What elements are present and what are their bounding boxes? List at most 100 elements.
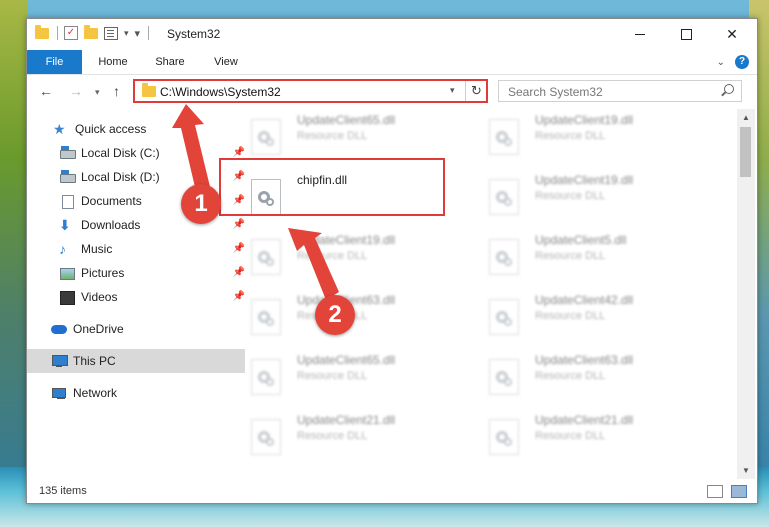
sidebar-item-quick-access[interactable]: ★ Quick access bbox=[27, 117, 247, 141]
file-type: Resource DLL bbox=[297, 370, 368, 382]
drive-icon bbox=[59, 146, 76, 160]
ribbon-right-controls: ⌄ ? bbox=[717, 55, 749, 69]
view-toggle bbox=[707, 485, 747, 498]
documents-icon bbox=[59, 194, 75, 209]
sidebar-item-label: Quick access bbox=[75, 122, 147, 136]
step-2-badge: 2 bbox=[315, 295, 355, 335]
list-item[interactable]: UpdateClient19.dll Resource DLL bbox=[483, 169, 713, 223]
sidebar-item-label: Documents bbox=[81, 194, 142, 208]
customize-toolbar-icon[interactable]: ▾ bbox=[135, 27, 141, 40]
large-icons-view-icon[interactable] bbox=[731, 485, 747, 498]
maximize-button[interactable] bbox=[663, 19, 709, 50]
pin-icon[interactable]: 📌 bbox=[233, 243, 245, 254]
close-button[interactable]: ✕ bbox=[709, 19, 755, 50]
dll-file-icon bbox=[251, 119, 281, 155]
pin-icon[interactable]: 📌 bbox=[233, 291, 245, 302]
list-item[interactable]: UpdateClient5.dll Resource DLL bbox=[483, 229, 713, 283]
sidebar-item-onedrive[interactable]: OneDrive bbox=[27, 317, 245, 341]
list-item[interactable]: UpdateClient65.dll Resource DLL bbox=[245, 349, 475, 403]
list-item[interactable]: UpdateClient63.dll Resource DLL bbox=[245, 289, 475, 343]
file-type: Resource DLL bbox=[297, 430, 368, 442]
list-item[interactable]: UpdateClient63.dll Resource DLL bbox=[483, 349, 713, 403]
file-type: Resource DLL bbox=[535, 250, 606, 262]
background-palm-left bbox=[0, 0, 28, 527]
details-view-icon[interactable] bbox=[707, 485, 723, 498]
list-item[interactable]: UpdateClient65.dll Resource DLL bbox=[245, 109, 475, 163]
scroll-up-icon[interactable]: ▲ bbox=[742, 113, 750, 122]
status-bar: 135 items bbox=[27, 479, 757, 503]
sidebar-item-downloads[interactable]: ⬇ Downloads 📌 bbox=[27, 213, 253, 237]
ribbon-tabs: File Home Share View ⌄ ? bbox=[27, 50, 757, 75]
pin-icon[interactable]: 📌 bbox=[233, 147, 245, 158]
file-name: UpdateClient65.dll bbox=[297, 353, 396, 367]
file-type: Resource DLL bbox=[297, 130, 368, 142]
file-type: Resource DLL bbox=[535, 190, 606, 202]
list-item[interactable]: UpdateClient19.dll Resource DLL bbox=[245, 229, 475, 283]
tab-file[interactable]: File bbox=[27, 50, 82, 74]
refresh-icon[interactable]: ↻ bbox=[465, 81, 487, 101]
videos-icon bbox=[59, 290, 75, 305]
list-item[interactable]: UpdateClient42.dll Resource DLL bbox=[483, 289, 713, 343]
pc-icon bbox=[51, 354, 68, 368]
dll-file-icon bbox=[489, 299, 519, 335]
folder-icon bbox=[35, 24, 49, 39]
dll-file-icon bbox=[489, 419, 519, 455]
back-arrow-icon[interactable]: ← bbox=[39, 83, 53, 99]
network-icon bbox=[51, 386, 67, 400]
expand-ribbon-icon[interactable]: ⌄ bbox=[717, 57, 725, 68]
tab-share[interactable]: Share bbox=[143, 50, 197, 74]
up-arrow-icon[interactable]: ↑ bbox=[113, 83, 120, 99]
help-icon[interactable]: ? bbox=[735, 55, 749, 69]
sidebar-item-label: OneDrive bbox=[73, 322, 124, 336]
sidebar-item-pictures[interactable]: Pictures 📌 bbox=[27, 261, 253, 285]
step-1-badge: 1 bbox=[181, 184, 221, 224]
search-box[interactable]: Search System32 bbox=[498, 80, 742, 102]
list-item[interactable]: UpdateClient19.dll Resource DLL bbox=[483, 109, 713, 163]
address-bar[interactable]: C:\Windows\System32 ▾ ↻ bbox=[133, 79, 488, 103]
minimize-icon bbox=[635, 34, 645, 35]
address-path[interactable]: C:\Windows\System32 bbox=[160, 85, 281, 99]
close-icon: ✕ bbox=[726, 26, 738, 42]
sidebar-item-music[interactable]: ♪ Music 📌 bbox=[27, 237, 253, 261]
address-dropdown-icon[interactable]: ▾ bbox=[450, 85, 455, 96]
star-icon: ★ bbox=[53, 121, 66, 137]
minimize-button[interactable] bbox=[617, 19, 663, 50]
search-input[interactable]: Search System32 bbox=[508, 85, 603, 99]
sidebar-item-videos[interactable]: Videos 📌 bbox=[27, 285, 253, 309]
explorer-window: ✓ ▾ ▾ System32 ✕ File Home Share View ⌄ … bbox=[26, 18, 758, 504]
sidebar-item-this-pc[interactable]: This PC bbox=[27, 349, 245, 373]
pin-icon[interactable]: 📌 bbox=[233, 267, 245, 278]
pin-icon[interactable]: 📌 bbox=[233, 219, 245, 230]
quick-access-toolbar: ✓ ▾ ▾ bbox=[35, 24, 150, 40]
scrollbar-thumb[interactable] bbox=[740, 127, 751, 177]
scroll-down-icon[interactable]: ▼ bbox=[742, 466, 750, 475]
sidebar-item-label: Local Disk (D:) bbox=[81, 170, 160, 184]
sidebar-item-label: Local Disk (C:) bbox=[81, 146, 160, 160]
file-highlight-box bbox=[219, 158, 445, 216]
properties-icon[interactable] bbox=[104, 26, 118, 40]
list-item[interactable]: UpdateClient21.dll Resource DLL bbox=[483, 409, 713, 463]
file-type: Resource DLL bbox=[535, 430, 606, 442]
dll-file-icon bbox=[489, 359, 519, 395]
file-name: UpdateClient65.dll bbox=[297, 113, 396, 127]
dll-file-icon bbox=[251, 419, 281, 455]
file-type: Resource DLL bbox=[297, 250, 368, 262]
list-item[interactable]: UpdateClient21.dll Resource DLL bbox=[245, 409, 475, 463]
maximize-icon bbox=[680, 29, 692, 40]
chevron-down-icon[interactable]: ▾ bbox=[124, 28, 129, 39]
sidebar-item-network[interactable]: Network bbox=[27, 381, 245, 405]
item-count: 135 items bbox=[39, 485, 87, 497]
tab-home[interactable]: Home bbox=[87, 50, 139, 74]
sidebar-item-label: Network bbox=[73, 386, 118, 400]
dll-file-icon bbox=[489, 179, 519, 215]
dll-file-icon bbox=[251, 359, 281, 395]
checkmark-icon[interactable]: ✓ bbox=[64, 26, 78, 40]
dll-file-icon bbox=[489, 239, 519, 275]
new-folder-icon[interactable] bbox=[84, 24, 98, 39]
search-icon[interactable] bbox=[724, 84, 734, 94]
tab-view[interactable]: View bbox=[201, 50, 251, 74]
vertical-scrollbar[interactable]: ▲ ▼ bbox=[737, 109, 755, 479]
recent-locations-icon[interactable]: ▾ bbox=[95, 87, 100, 98]
file-name: UpdateClient19.dll bbox=[535, 113, 634, 127]
forward-arrow-icon[interactable]: → bbox=[69, 83, 83, 99]
